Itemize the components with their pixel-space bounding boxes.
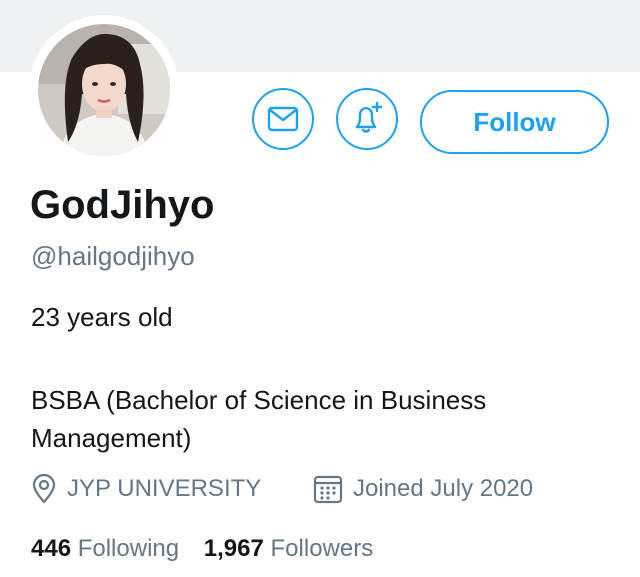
following-link[interactable]: 446 Following	[31, 535, 186, 562]
location-pin-icon	[31, 474, 57, 504]
followers-count: 1,967	[203, 535, 264, 562]
profile-location: JYP UNIVERSITY	[31, 474, 261, 504]
followers-link[interactable]: 1,967 Followers	[204, 535, 373, 562]
display-name: GodJihyo	[30, 183, 215, 227]
bio-line-age: 23 years old	[31, 302, 173, 332]
envelope-icon	[267, 106, 299, 132]
following-label: Following	[77, 535, 180, 562]
profile-join-date: Joined July 2020	[313, 474, 533, 504]
location-text: JYP UNIVERSITY	[67, 475, 262, 502]
join-date-text: Joined July 2020	[353, 475, 534, 502]
bio-line-degree: BSBA (Bachelor of Science in Business Ma…	[31, 385, 487, 453]
profile-stats: 446 Following 1,967 Followers	[31, 535, 373, 563]
bell-plus-icon	[349, 101, 385, 137]
user-handle: @hailgodjihyo	[31, 241, 195, 271]
avatar-photo	[38, 24, 170, 156]
avatar[interactable]	[38, 24, 170, 156]
follow-button[interactable]: Follow	[420, 90, 609, 154]
following-count: 446	[31, 535, 72, 562]
followers-label: Followers	[270, 535, 374, 562]
notifications-button[interactable]	[336, 88, 398, 150]
calendar-icon	[313, 474, 343, 504]
message-button[interactable]	[252, 88, 314, 150]
